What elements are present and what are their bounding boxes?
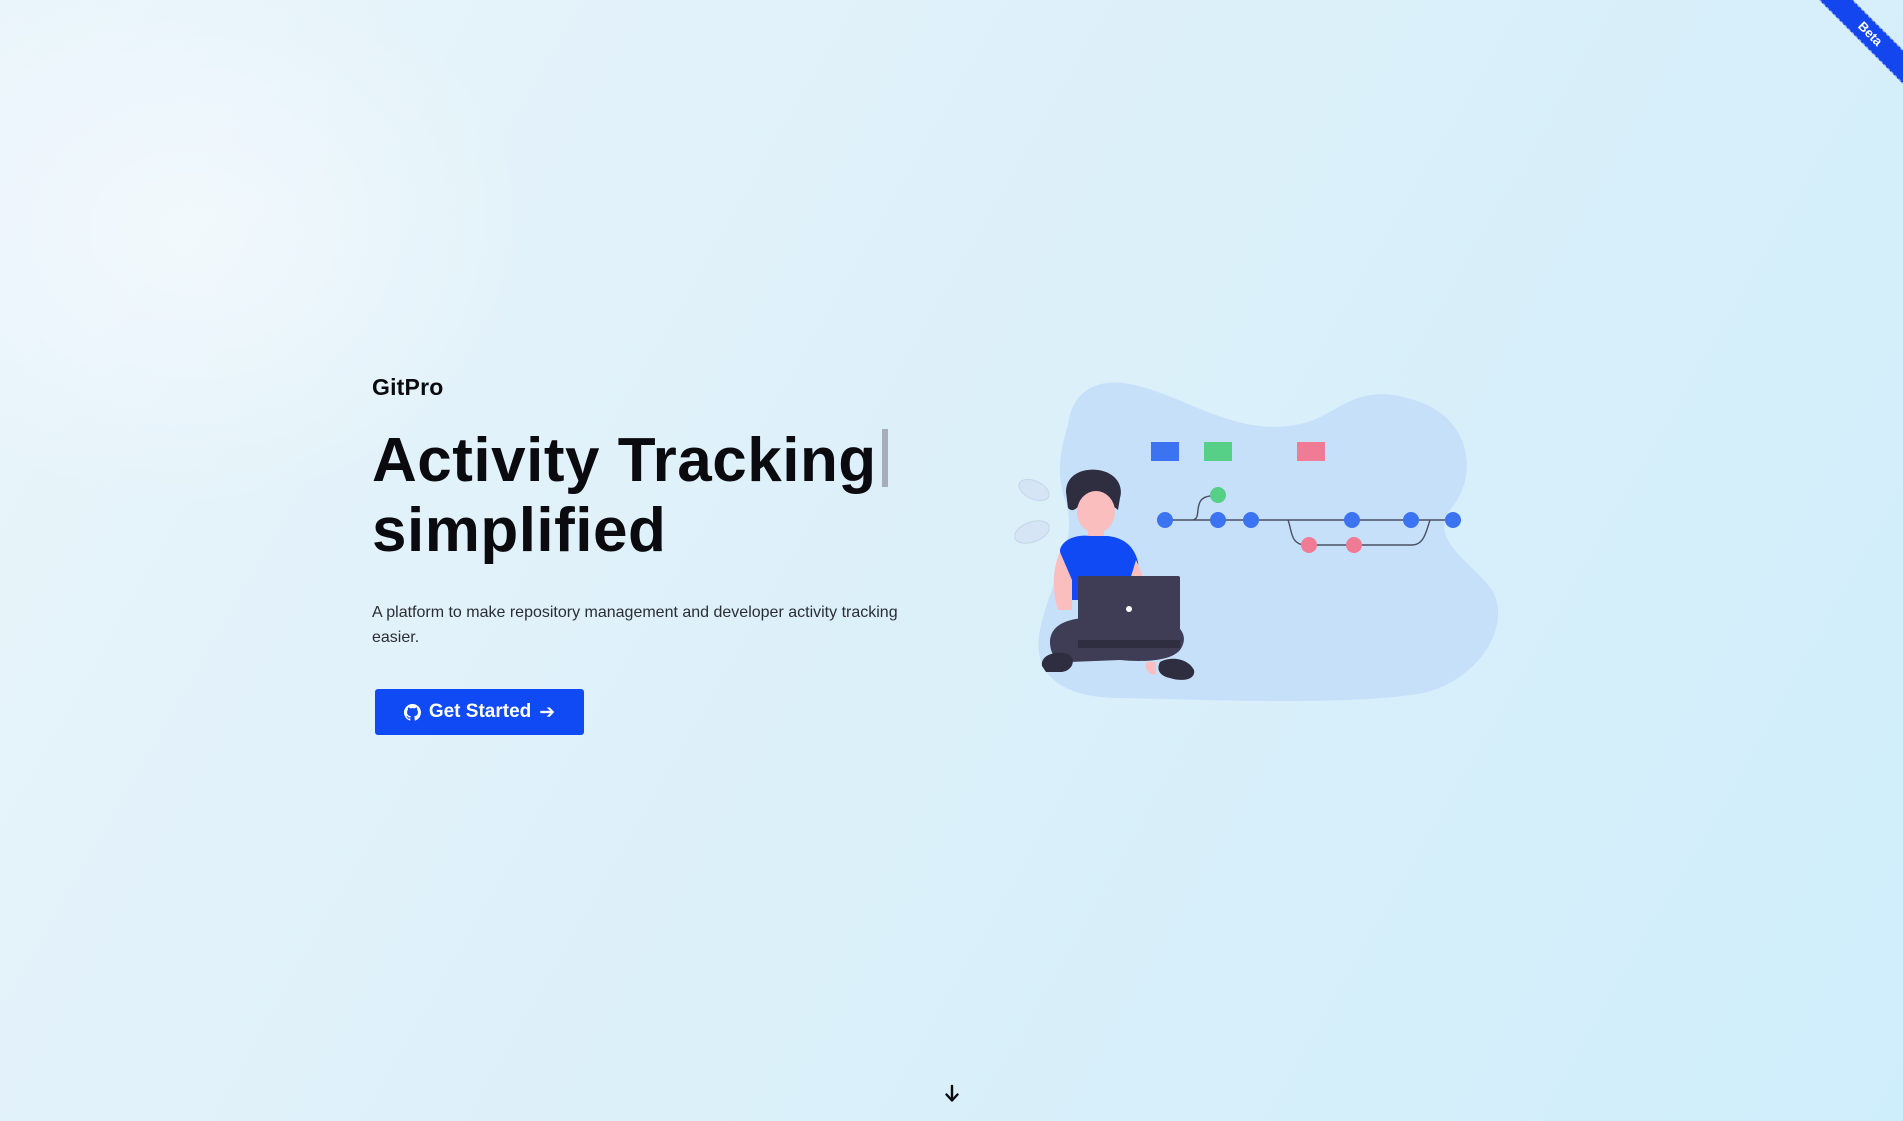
brand-name: GitPro xyxy=(372,374,444,400)
commit-node-pink xyxy=(1301,537,1317,553)
arrow-down-icon[interactable] xyxy=(943,1084,961,1104)
commit-node xyxy=(1403,512,1419,528)
commit-node-pink xyxy=(1346,537,1362,553)
commit-node xyxy=(1445,512,1461,528)
leaf-decoration xyxy=(1014,478,1050,544)
commit-node xyxy=(1243,512,1259,528)
hero-illustration xyxy=(1014,382,1499,702)
headline-typed-text: Activity Tracking xyxy=(372,426,877,495)
beta-ribbon-corner: Beta xyxy=(1773,0,1903,130)
beta-ribbon: Beta xyxy=(1808,0,1903,96)
arrow-right-icon: ➔ xyxy=(539,701,556,723)
commit-node xyxy=(1344,512,1360,528)
typing-cursor xyxy=(881,429,888,487)
legend-blue-square xyxy=(1151,442,1179,461)
headline-line-2: simplified xyxy=(372,496,667,565)
commit-node-green xyxy=(1210,487,1226,503)
legend-pink-square xyxy=(1297,442,1325,461)
get-started-button[interactable]: Get Started ➔ xyxy=(375,689,584,735)
hero-headline: Activity Tracking simplified xyxy=(372,426,952,566)
commit-node xyxy=(1210,512,1226,528)
get-started-label: Get Started xyxy=(428,701,532,722)
legend-green-square xyxy=(1204,442,1232,461)
headline-line-1: Activity Tracking xyxy=(372,426,952,496)
hero-text: GitPro Activity Tracking simplified A pl… xyxy=(372,372,952,650)
hero-description: A platform to make repository management… xyxy=(372,604,898,646)
github-icon xyxy=(403,703,421,721)
commit-node xyxy=(1157,512,1173,528)
